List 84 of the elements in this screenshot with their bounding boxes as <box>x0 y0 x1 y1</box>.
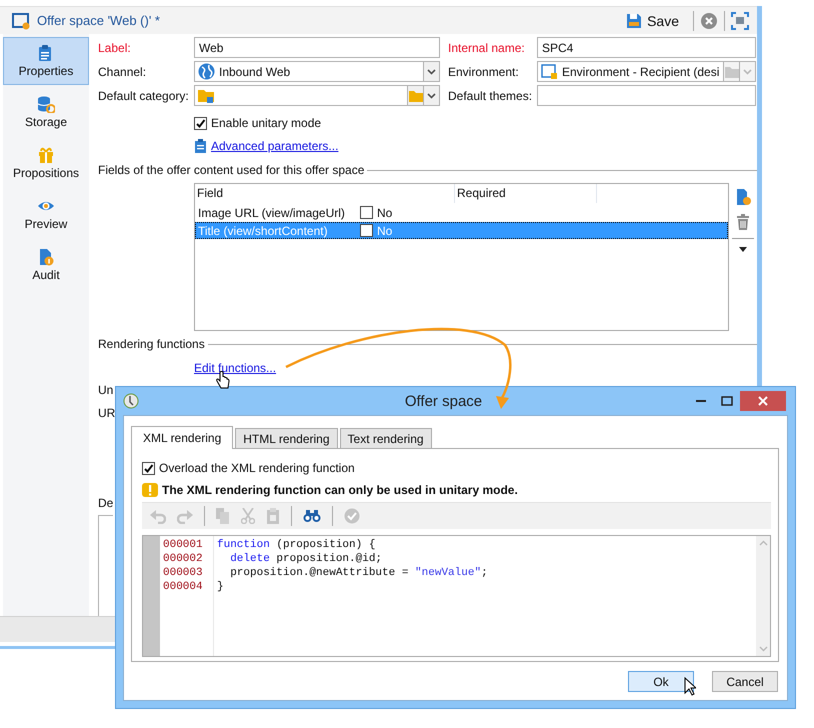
checkbox[interactable] <box>360 206 373 219</box>
table-cell-text: Image URL (view/imageUrl) <box>197 206 346 220</box>
checkbox-label: No <box>377 206 392 220</box>
sidebar-item[interactable]: Properties <box>3 37 89 85</box>
checkbox[interactable] <box>142 462 155 474</box>
checkbox[interactable] <box>194 116 207 130</box>
code-line: proposition.@newAttribute = "newValue"; <box>229 566 489 580</box>
sidebar-item[interactable]: Preview <box>3 190 89 238</box>
close-icon <box>758 396 768 406</box>
hand-cursor-icon <box>216 371 230 389</box>
window-title: Offer space 'Web ()' * <box>37 13 161 28</box>
fullscreen-icon[interactable] <box>731 12 749 30</box>
code-line: } <box>217 580 225 594</box>
tab[interactable]: Text rendering <box>340 428 432 448</box>
column-header[interactable]: Required <box>455 184 597 203</box>
code-line: function (proposition) { <box>217 538 376 552</box>
text-field[interactable]: SPC4 <box>537 37 756 58</box>
warning-message: The XML rendering function can only be used in unitary mode. <box>162 483 518 497</box>
folder-icon <box>408 90 422 102</box>
field-label: Internal name: <box>447 40 526 54</box>
dropdown-field[interactable] <box>194 85 440 106</box>
field-label: Label: <box>98 40 132 54</box>
section-heading: Rendering functions <box>98 337 205 351</box>
table-row[interactable]: Image URL (view/imageUrl) No <box>195 204 728 221</box>
edit-functions-link[interactable]: Edit functions... <box>194 361 276 375</box>
close-button[interactable] <box>740 391 786 411</box>
text-field[interactable]: Web <box>194 37 440 58</box>
check-circle-icon[interactable] <box>344 508 360 524</box>
field-label: De <box>98 496 114 510</box>
code-editor[interactable]: 000001 000002 000003 000004 function (proposition) { delete proposition.@id; proposition.@newAttribute = "newValue"; } <box>142 535 771 657</box>
folder-icon <box>198 88 215 103</box>
dropdown-field[interactable]: Environment - Recipient (desi <box>537 61 756 82</box>
chevron-up-icon <box>758 540 768 546</box>
checkbox-label: No <box>377 224 392 238</box>
warning-icon <box>142 482 158 498</box>
field-label: Un <box>98 383 114 397</box>
line-number: 000002 <box>163 552 204 566</box>
globe-icon <box>198 63 215 80</box>
code-line: delete proposition.@id; <box>229 552 384 566</box>
section-heading: Fields of the offer content used for this offer space <box>98 163 364 177</box>
scrollbar[interactable] <box>756 536 770 656</box>
line-number: 000003 <box>163 566 204 580</box>
dialog-title: Offer space <box>404 392 484 410</box>
text-field[interactable] <box>537 85 756 106</box>
minimize-icon <box>696 400 706 402</box>
trash-icon[interactable] <box>736 214 750 230</box>
chevron-down-icon <box>758 646 768 652</box>
app-logo-icon <box>123 393 139 409</box>
field-label: UR <box>98 406 116 420</box>
sidebar-item[interactable]: Propositions <box>3 139 89 187</box>
line-number: 000001 <box>163 538 204 552</box>
tab[interactable]: HTML rendering <box>235 428 338 448</box>
field-label: Default category: <box>98 88 190 102</box>
sidebar-item[interactable]: Storage <box>3 88 89 136</box>
add-document-icon[interactable] <box>735 188 751 206</box>
field-label: Channel: <box>98 64 148 78</box>
check-icon <box>195 118 206 128</box>
line-number: 000004 <box>163 580 204 594</box>
field-label: Default themes: <box>447 88 534 102</box>
tab[interactable]: XML rendering <box>131 426 234 449</box>
dropdown-field[interactable]: Inbound Web <box>194 61 440 82</box>
folder-icon <box>724 66 738 78</box>
checkbox[interactable] <box>360 224 373 237</box>
check-icon <box>143 462 154 474</box>
document-icon <box>37 248 55 266</box>
window-icon <box>11 10 31 30</box>
window-icon <box>541 63 558 80</box>
database-icon <box>37 95 55 113</box>
column-header[interactable]: Field <box>195 184 455 203</box>
checkbox-label: Overload the XML rendering function <box>159 461 355 475</box>
field-label: Environment: <box>447 64 520 78</box>
binoculars-icon[interactable] <box>303 509 321 523</box>
maximize-icon <box>721 396 733 406</box>
table-cell-text: Title (view/shortContent) <box>197 224 329 238</box>
clipboard-icon <box>194 138 207 154</box>
gift-icon <box>37 146 55 164</box>
sidebar-item[interactable]: Audit <box>3 241 89 289</box>
save-button[interactable]: Save <box>618 12 687 28</box>
close-icon[interactable] <box>700 12 718 30</box>
dialog-button[interactable]: Cancel <box>712 671 778 692</box>
checkbox-label: Enable unitary mode <box>211 116 322 130</box>
dropdown-arrow-icon[interactable] <box>739 247 747 252</box>
pointer-cursor-icon <box>684 677 696 696</box>
advanced-parameters-link[interactable]: Advanced parameters... <box>211 139 338 153</box>
